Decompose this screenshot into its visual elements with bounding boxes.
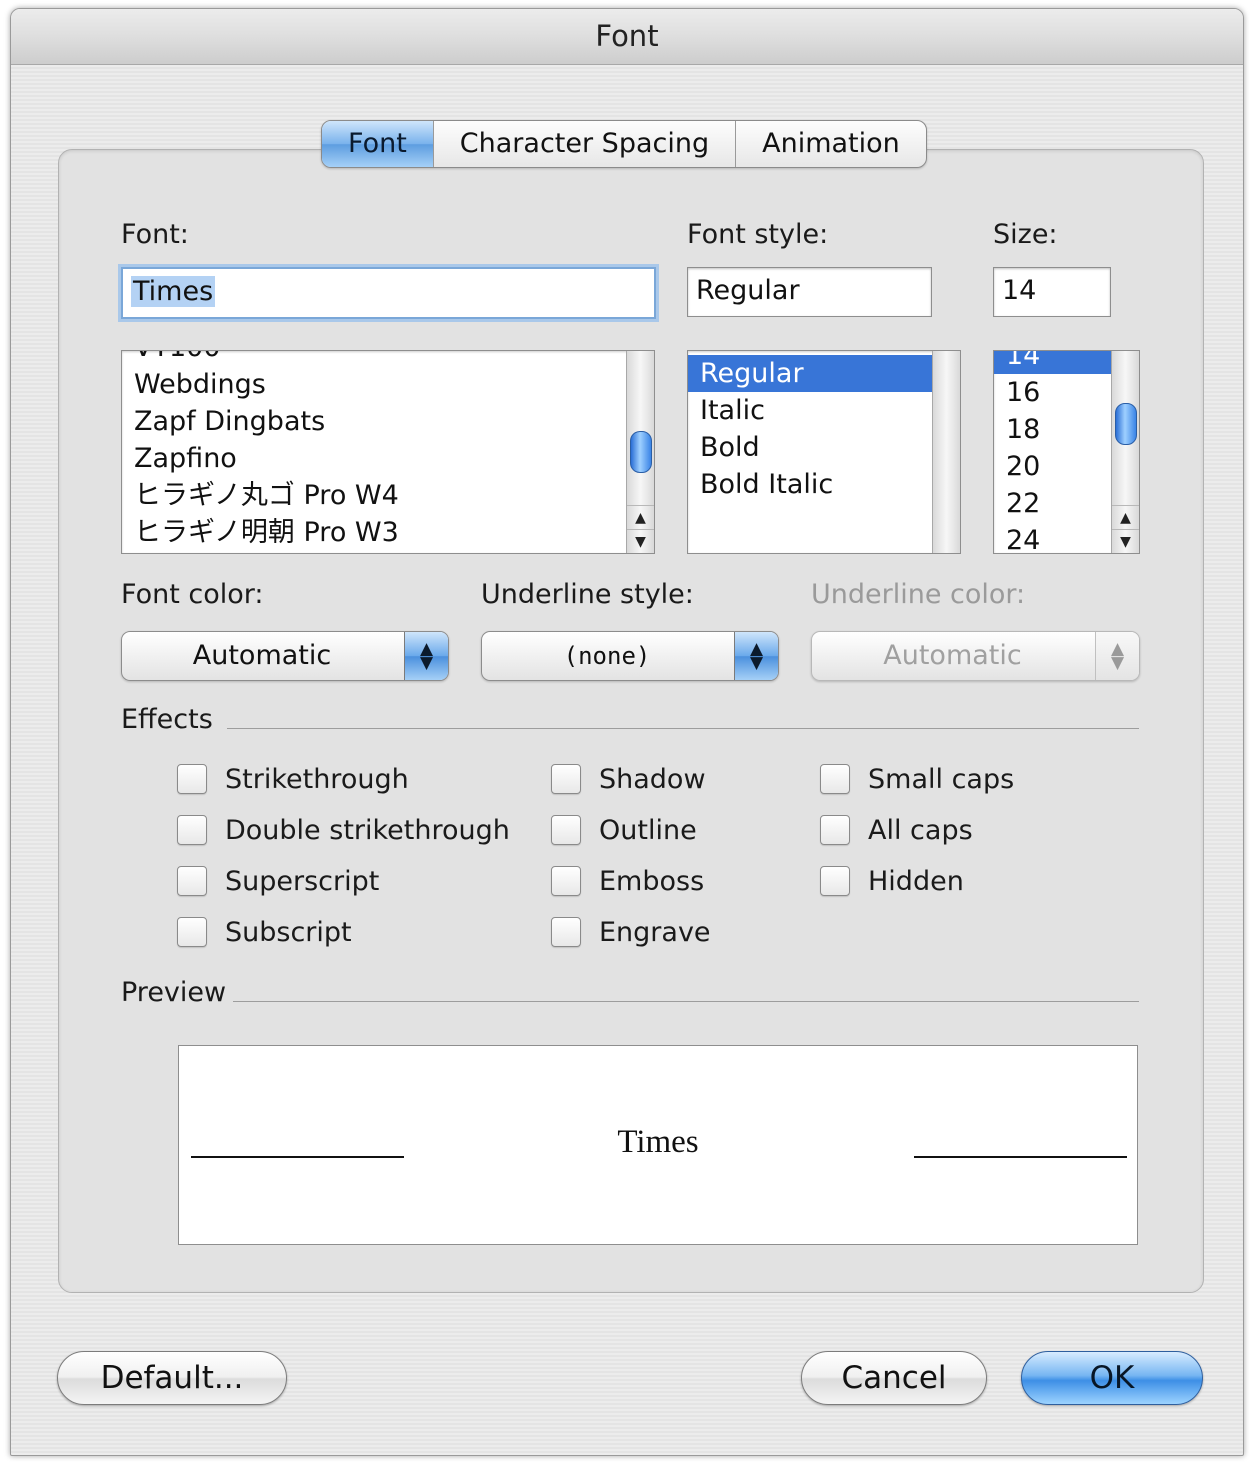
size-list-scrollbar[interactable]: ▲ ▼ (1111, 351, 1139, 553)
scroll-thumb[interactable] (1115, 403, 1137, 445)
font-color-popup[interactable]: Automatic ▲ ▼ (121, 631, 449, 681)
checkbox-box[interactable] (177, 815, 207, 845)
font-list-scrollbar[interactable]: ▲ ▼ (626, 351, 654, 553)
underline-style-popup[interactable]: (none) ▲ ▼ (481, 631, 779, 681)
font-style-label: Font style: (687, 219, 829, 250)
tab-character-spacing[interactable]: Character Spacing (434, 121, 737, 167)
hidden-checkbox[interactable]: Hidden (820, 861, 964, 901)
underline-style-value: (none) (563, 642, 651, 670)
checkbox-box[interactable] (551, 917, 581, 947)
checkbox-label: Superscript (225, 865, 380, 897)
ok-button[interactable]: OK (1021, 1351, 1203, 1405)
checkbox-label: Small caps (868, 763, 1015, 795)
font-color-value: Automatic (192, 640, 332, 671)
list-item[interactable]: Zapf Dingbats (122, 403, 626, 440)
font-name-field[interactable]: Times (121, 267, 656, 319)
list-item[interactable]: 22 (994, 485, 1111, 522)
checkbox-box[interactable] (551, 815, 581, 845)
all-caps-checkbox[interactable]: All caps (820, 810, 973, 850)
subscript-checkbox[interactable]: Subscript (177, 912, 352, 952)
list-item[interactable]: VT100 (122, 351, 626, 366)
underline-color-label: Underline color: (811, 579, 1026, 610)
preview-label: Preview (121, 977, 227, 1008)
checkbox-box[interactable] (820, 866, 850, 896)
list-item[interactable]: Bold (688, 429, 932, 466)
list-item[interactable]: 20 (994, 448, 1111, 485)
list-item[interactable]: ヒラギノ明朝 Pro W3 (122, 514, 626, 551)
underline-style-label: Underline style: (481, 579, 694, 610)
checkbox-box[interactable] (177, 764, 207, 794)
checkbox-label: Subscript (225, 916, 352, 948)
size-list[interactable]: 14 16 18 20 22 24 ▲ ▼ (993, 350, 1140, 554)
size-field[interactable]: 14 (993, 267, 1111, 317)
checkbox-label: Strikethrough (225, 763, 409, 795)
list-item[interactable]: 18 (994, 411, 1111, 448)
list-item[interactable]: Zapfino (122, 440, 626, 477)
tab-animation[interactable]: Animation (736, 121, 926, 167)
scroll-down-icon[interactable]: ▼ (1112, 529, 1139, 553)
checkbox-box[interactable] (551, 764, 581, 794)
small-caps-checkbox[interactable]: Small caps (820, 759, 1014, 799)
checkbox-label: All caps (868, 814, 973, 846)
tab-bar: Font Character Spacing Animation (321, 120, 927, 168)
scroll-down-icon[interactable]: ▼ (627, 529, 654, 553)
font-style-list[interactable]: Regular Italic Bold Bold Italic (687, 350, 961, 554)
checkbox-box[interactable] (177, 917, 207, 947)
checkbox-box[interactable] (820, 764, 850, 794)
checkbox-label: Emboss (599, 865, 705, 897)
list-item[interactable]: Bold Italic (688, 466, 932, 503)
font-list[interactable]: VT100 Webdings Zapf Dingbats Zapfino ヒラギ… (121, 350, 655, 554)
engrave-checkbox[interactable]: Engrave (551, 912, 711, 952)
effects-divider (227, 728, 1139, 729)
checkbox-label: Shadow (599, 763, 706, 795)
size-label: Size: (993, 219, 1058, 250)
effects-label: Effects (121, 704, 213, 735)
list-item[interactable]: Webdings (122, 366, 626, 403)
updown-arrows-icon: ▲ ▼ (404, 632, 448, 680)
strikethrough-checkbox[interactable]: Strikethrough (177, 759, 409, 799)
cancel-button[interactable]: Cancel (801, 1351, 987, 1405)
scroll-up-icon[interactable]: ▲ (1112, 505, 1139, 530)
updown-arrows-icon: ▲ ▼ (1095, 632, 1139, 680)
list-item[interactable]: 16 (994, 374, 1111, 411)
font-dialog: Font Font Character Spacing Animation Fo… (10, 8, 1244, 1456)
preview-divider (233, 1001, 1139, 1002)
list-item[interactable]: 24 (994, 522, 1111, 553)
checkbox-label: Outline (599, 814, 697, 846)
updown-arrows-icon: ▲ ▼ (734, 632, 778, 680)
checkbox-box[interactable] (551, 866, 581, 896)
superscript-checkbox[interactable]: Superscript (177, 861, 379, 901)
font-label: Font: (121, 219, 189, 250)
preview-box: Times (178, 1045, 1138, 1245)
font-color-label: Font color: (121, 579, 264, 610)
font-style-field[interactable]: Regular (687, 267, 932, 317)
scroll-up-icon[interactable]: ▲ (627, 505, 654, 530)
list-item-selected[interactable]: Regular (688, 355, 932, 392)
window-title: Font (11, 9, 1243, 65)
default-button[interactable]: Default... (57, 1351, 287, 1405)
checkbox-label: Double strikethrough (225, 814, 510, 846)
checkbox-box[interactable] (820, 815, 850, 845)
emboss-checkbox[interactable]: Emboss (551, 861, 704, 901)
list-item-selected[interactable]: 14 (994, 351, 1111, 374)
outline-checkbox[interactable]: Outline (551, 810, 697, 850)
checkbox-box[interactable] (177, 866, 207, 896)
list-item[interactable]: Italic (688, 392, 932, 429)
tab-font[interactable]: Font (322, 121, 434, 167)
double-strikethrough-checkbox[interactable]: Double strikethrough (177, 810, 510, 850)
checkbox-label: Engrave (599, 916, 711, 948)
shadow-checkbox[interactable]: Shadow (551, 759, 706, 799)
font-style-scrollbar[interactable] (932, 351, 960, 553)
preview-baseline-right (914, 1156, 1127, 1158)
scroll-thumb[interactable] (630, 431, 652, 473)
font-name-value: Times (131, 276, 216, 307)
underline-color-value: Automatic (883, 640, 1022, 671)
underline-color-popup: Automatic ▲ ▼ (811, 631, 1140, 681)
checkbox-label: Hidden (868, 865, 964, 897)
list-item[interactable]: ヒラギノ丸ゴ Pro W4 (122, 477, 626, 514)
